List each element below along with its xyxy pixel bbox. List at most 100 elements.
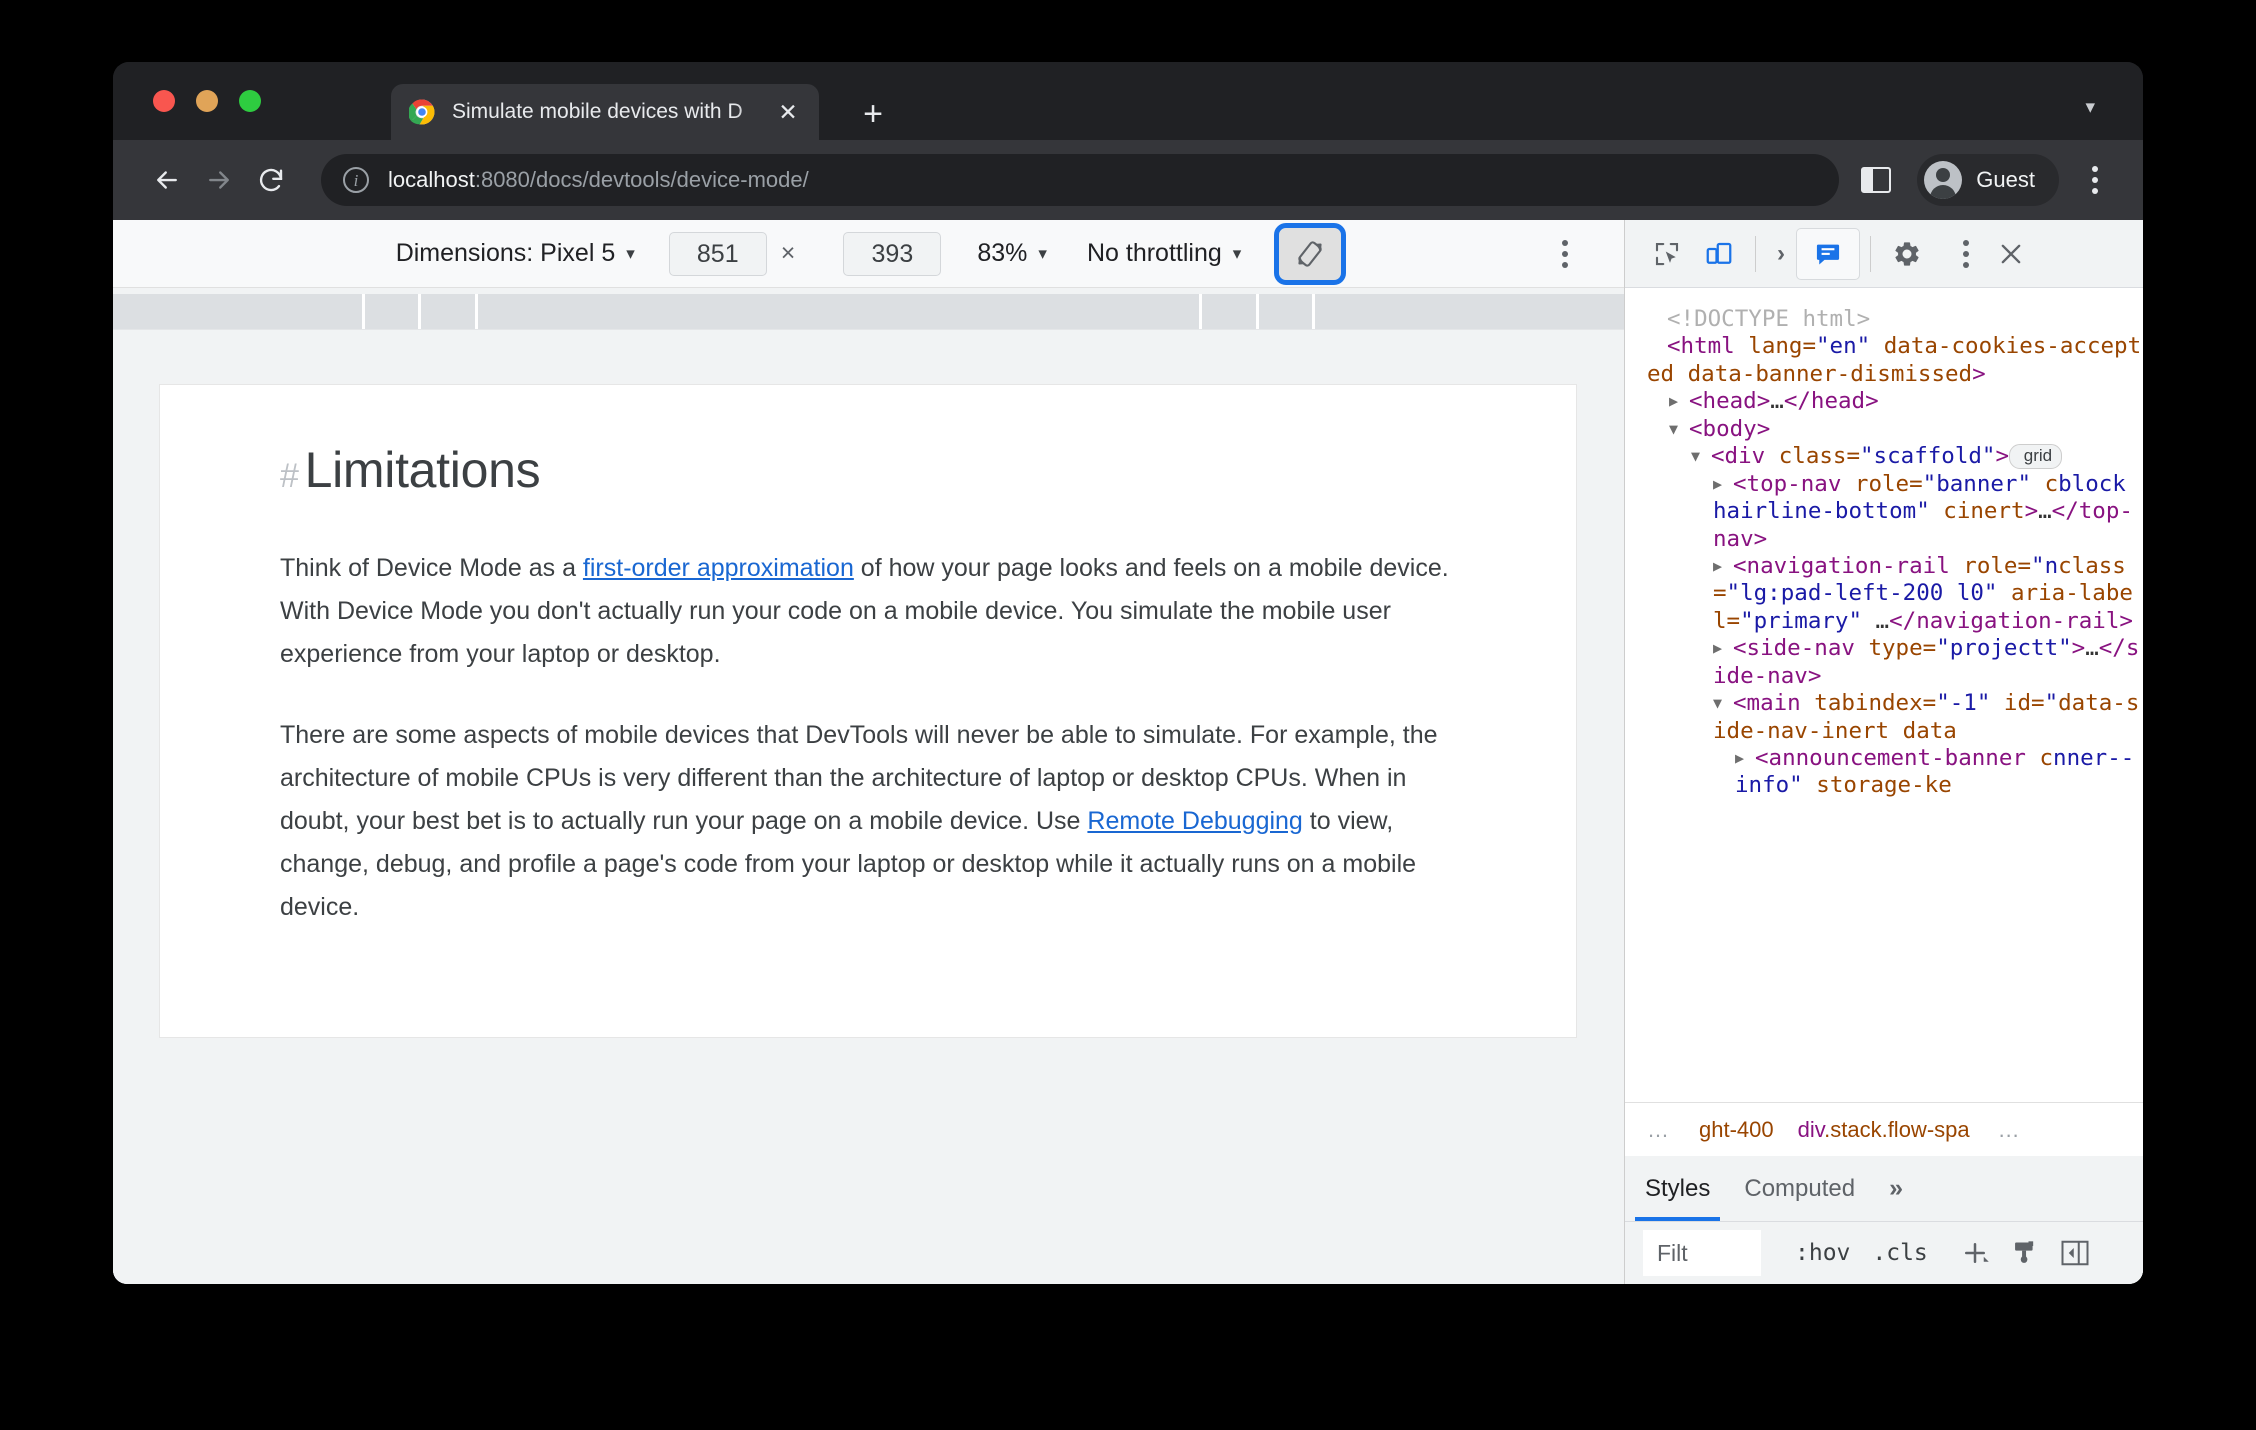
avatar [1924, 161, 1963, 199]
chevron-down-icon[interactable]: ▼ [1669, 420, 1689, 438]
chevron-right-icon[interactable]: ▶ [1669, 392, 1689, 410]
dom-token: … [1770, 388, 1784, 415]
dom-token: inert [1956, 498, 2025, 525]
dom-node[interactable]: <!DOCTYPE html> [1647, 306, 2143, 333]
device-viewport: # Limitations Think of Device Mode as a … [113, 330, 1624, 1284]
inspect-element-icon[interactable] [1641, 230, 1693, 278]
browser-menu-kebab-icon[interactable] [2073, 158, 2117, 202]
ruler-tick [1312, 294, 1315, 329]
dom-node[interactable]: ▶ <announcement-banner cnner--info" stora… [1647, 745, 2143, 800]
chevron-down-icon[interactable]: ▼ [1713, 694, 1733, 712]
device-mode-pane: Dimensions: Pixel 5 ▾ 851 × 393 83% ▾ No… [113, 220, 1625, 1284]
breadcrumb-element-name: div [1797, 1116, 1825, 1142]
profile-chip[interactable]: Guest [1917, 154, 2059, 206]
chevron-down-icon[interactable]: ▼ [1691, 447, 1711, 465]
dom-token: <!DOCTYPE html> [1667, 306, 1871, 332]
breadcrumb-item[interactable]: div.stack.flow-spa [1786, 1117, 1982, 1143]
maximize-window-button[interactable] [239, 90, 261, 112]
site-info-icon[interactable]: i [343, 167, 369, 193]
dom-tree[interactable]: <!DOCTYPE html> <html lang="en" data-cook… [1625, 288, 2143, 1102]
device-mode-more-kebab-icon[interactable] [1562, 239, 1568, 268]
close-devtools-icon[interactable] [1985, 230, 2037, 278]
more-tabs-icon[interactable]: » [1889, 1174, 1903, 1203]
dom-token: lang= [1748, 333, 1817, 360]
dom-node[interactable]: ▶ <navigation-rail role="nclass="lg:pad-l… [1647, 553, 2143, 635]
ruler-band [113, 294, 1624, 329]
gear-icon[interactable] [1881, 230, 1933, 278]
styles-filter-bar: Filt :hov .cls [1625, 1222, 2143, 1284]
viewport-width-input[interactable]: 851 [668, 231, 767, 276]
dom-token: "primary" [1740, 607, 1863, 634]
tab-search-chevron-down-icon[interactable]: ▾ [2085, 96, 2095, 119]
paintbrush-icon[interactable] [2000, 1230, 2050, 1276]
viewport-height-input[interactable]: 393 [843, 231, 942, 276]
dom-node[interactable]: ▶ <side-nav type="projectt">…</side-nav> [1647, 635, 2143, 690]
chevron-right-icon[interactable]: ▶ [1713, 475, 1733, 493]
breadcrumb-overflow-left[interactable]: … [1631, 1117, 1687, 1143]
content-area: Dimensions: Pixel 5 ▾ 851 × 393 83% ▾ No… [113, 220, 2143, 1284]
breadcrumb: … ght-400 div.stack.flow-spa… [1625, 1102, 2143, 1156]
minimize-window-button[interactable] [196, 90, 218, 112]
device-toolbar-icon[interactable] [1693, 230, 1745, 278]
chevron-right-icon[interactable]: › [1766, 240, 1796, 268]
dom-token: <div [1711, 443, 1779, 470]
paragraph-1-before: Think of Device Mode as a [280, 554, 583, 582]
dom-node[interactable]: ▶ <top-nav role="banner" cblock hairline-… [1647, 471, 2143, 553]
rendered-page: # Limitations Think of Device Mode as a … [159, 384, 1577, 1038]
zoom-selector[interactable]: 83% ▾ [977, 239, 1047, 268]
rotate-device-icon[interactable] [1274, 222, 1347, 285]
dom-node[interactable]: ▼ <div class="scaffold"> grid [1647, 443, 2143, 470]
chevron-right-icon[interactable]: ▶ [1735, 749, 1755, 767]
new-tab-button[interactable]: + [853, 94, 893, 134]
grid-badge[interactable]: grid [2009, 444, 2063, 469]
cls-toggle[interactable]: .cls [1872, 1240, 1927, 1266]
remote-debugging-link[interactable]: Remote Debugging [1087, 807, 1302, 835]
browser-window: Simulate mobile devices with D ✕ + ▾ i l… [113, 62, 2143, 1284]
tab-computed[interactable]: Computed [1744, 1156, 1855, 1221]
breadcrumb-overflow-right[interactable]: … [1982, 1117, 2038, 1143]
throttling-label: No throttling [1086, 239, 1222, 267]
styles-filter-input[interactable]: Filt [1643, 1230, 1761, 1276]
forward-arrow-icon[interactable] [193, 154, 245, 206]
tab-styles[interactable]: Styles [1634, 1156, 1721, 1221]
dom-token: > [2024, 498, 2039, 525]
dom-node[interactable]: ▶ <head>…</head> [1647, 388, 2143, 415]
dom-token: … [1862, 607, 1890, 634]
address-bar[interactable]: i localhost:8080/docs/devtools/device-mo… [321, 154, 1840, 206]
close-window-button[interactable] [153, 90, 175, 112]
dom-token: <announcement-banner [1755, 745, 2040, 771]
back-arrow-icon[interactable] [141, 154, 193, 206]
dom-node[interactable]: ▼ <main tabindex="-1" id="data-side-nav-i… [1647, 690, 2143, 745]
devtools-toolbar: › [1625, 220, 2143, 295]
close-tab-button[interactable]: ✕ [773, 97, 803, 127]
ruler-tick [362, 294, 365, 329]
dom-token: c [2039, 745, 2054, 771]
dom-token: class= [1778, 443, 1861, 470]
heading-anchor-hash[interactable]: # [280, 457, 299, 496]
console-message-icon[interactable] [1796, 227, 1860, 295]
toggle-sidebar-icon[interactable] [2050, 1230, 2100, 1276]
dom-node[interactable]: ▼ <body> [1647, 416, 2143, 443]
devtools-more-kebab-icon[interactable] [1933, 230, 1985, 278]
dom-token: <side-nav [1733, 635, 1869, 662]
first-order-approximation-link[interactable]: first-order approximation [583, 554, 854, 582]
paragraph-1: Think of Device Mode as a first-order ap… [280, 547, 1456, 676]
chevron-right-icon[interactable]: ▶ [1713, 557, 1733, 575]
plus-icon[interactable] [1950, 1230, 2000, 1276]
reload-icon[interactable] [245, 154, 297, 206]
device-selector[interactable]: Dimensions: Pixel 5 ▾ [396, 239, 635, 268]
side-panel-icon[interactable] [1861, 167, 1892, 193]
hov-toggle[interactable]: :hov [1795, 1240, 1850, 1266]
dom-token: type= [1868, 635, 1937, 662]
breadcrumb-item[interactable]: ght-400 [1687, 1117, 1786, 1143]
dom-node[interactable]: <html lang="en" data-cookies-accepted da… [1647, 333, 2143, 388]
browser-tab[interactable]: Simulate mobile devices with D ✕ [391, 84, 819, 140]
dom-token: c [1929, 498, 1957, 525]
dom-token: > [1995, 443, 2010, 470]
throttling-selector[interactable]: No throttling ▾ [1087, 239, 1241, 268]
device-mode-toolbar: Dimensions: Pixel 5 ▾ 851 × 393 83% ▾ No… [113, 220, 1624, 288]
dom-token: "-1" [1936, 690, 1991, 717]
dom-token: " [2044, 690, 2059, 717]
dom-token: <top-nav [1733, 470, 1855, 497]
chevron-right-icon[interactable]: ▶ [1713, 639, 1733, 657]
